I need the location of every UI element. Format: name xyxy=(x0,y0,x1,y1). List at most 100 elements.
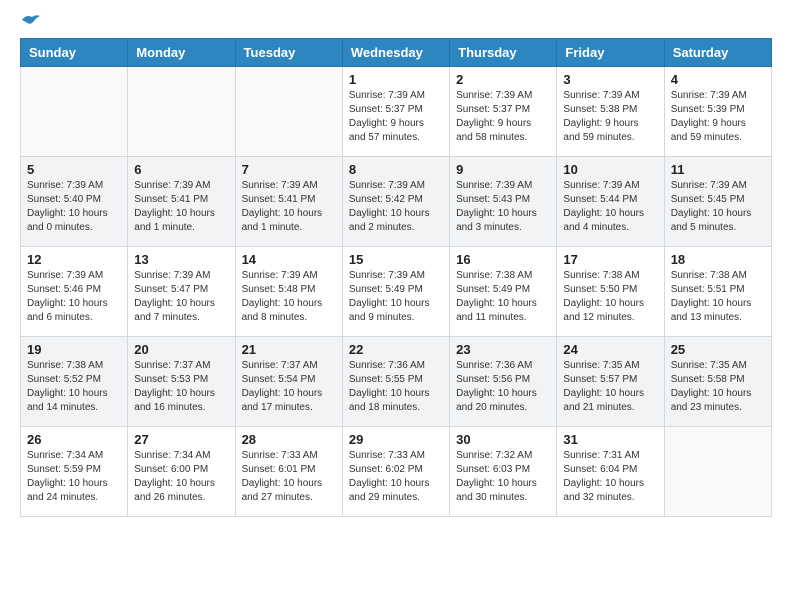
calendar-cell: 18Sunrise: 7:38 AM Sunset: 5:51 PM Dayli… xyxy=(664,247,771,337)
day-number: 19 xyxy=(27,342,121,357)
day-info: Sunrise: 7:39 AM Sunset: 5:44 PM Dayligh… xyxy=(563,179,657,235)
day-number: 4 xyxy=(671,72,765,87)
day-info: Sunrise: 7:39 AM Sunset: 5:45 PM Dayligh… xyxy=(671,179,765,235)
day-number: 24 xyxy=(563,342,657,357)
weekday-header-thursday: Thursday xyxy=(450,39,557,67)
calendar-cell: 16Sunrise: 7:38 AM Sunset: 5:49 PM Dayli… xyxy=(450,247,557,337)
bird-icon xyxy=(20,12,42,28)
day-number: 22 xyxy=(349,342,443,357)
day-number: 2 xyxy=(456,72,550,87)
day-info: Sunrise: 7:39 AM Sunset: 5:43 PM Dayligh… xyxy=(456,179,550,235)
calendar-cell: 11 Sunrise: 7:39 AM Sunset: 5:45 PM Dayli… xyxy=(664,157,771,247)
day-number: 26 xyxy=(27,432,121,447)
day-number: 10 xyxy=(563,162,657,177)
day-info: Sunrise: 7:39 AM Sunset: 5:42 PM Dayligh… xyxy=(349,179,443,235)
day-info: Sunrise: 7:31 AM Sunset: 6:04 PM Dayligh… xyxy=(563,449,657,505)
calendar-header-row: SundayMondayTuesdayWednesdayThursdayFrid… xyxy=(21,39,772,67)
calendar-cell: 2 Sunrise: 7:39 AM Sunset: 5:37 PM Daylig… xyxy=(450,67,557,157)
calendar-cell: 22 Sunrise: 7:36 AM Sunset: 5:55 PM Dayli… xyxy=(342,337,449,427)
calendar-cell: 4 Sunrise: 7:39 AM Sunset: 5:39 PM Daylig… xyxy=(664,67,771,157)
calendar-cell: 25 Sunrise: 7:35 AM Sunset: 5:58 PM Dayli… xyxy=(664,337,771,427)
day-number: 23 xyxy=(456,342,550,357)
calendar-cell xyxy=(235,67,342,157)
calendar-cell: 8 Sunrise: 7:39 AM Sunset: 5:42 PM Daylig… xyxy=(342,157,449,247)
calendar-cell: 27Sunrise: 7:34 AM Sunset: 6:00 PM Dayli… xyxy=(128,427,235,517)
day-info: Sunrise: 7:35 AM Sunset: 5:58 PM Dayligh… xyxy=(671,359,765,415)
day-number: 7 xyxy=(242,162,336,177)
day-number: 30 xyxy=(456,432,550,447)
day-number: 8 xyxy=(349,162,443,177)
calendar-cell: 21 Sunrise: 7:37 AM Sunset: 5:54 PM Dayli… xyxy=(235,337,342,427)
day-info: Sunrise: 7:39 AM Sunset: 5:37 PM Dayligh… xyxy=(349,89,443,145)
day-number: 21 xyxy=(242,342,336,357)
page-header xyxy=(20,20,772,28)
day-number: 6 xyxy=(134,162,228,177)
weekday-header-wednesday: Wednesday xyxy=(342,39,449,67)
calendar-cell: 9 Sunrise: 7:39 AM Sunset: 5:43 PM Daylig… xyxy=(450,157,557,247)
calendar-cell: 29Sunrise: 7:33 AM Sunset: 6:02 PM Dayli… xyxy=(342,427,449,517)
day-info: Sunrise: 7:39 AM Sunset: 5:47 PM Dayligh… xyxy=(134,269,228,325)
day-number: 18 xyxy=(671,252,765,267)
day-info: Sunrise: 7:39 AM Sunset: 5:41 PM Dayligh… xyxy=(242,179,336,235)
calendar-week-row: 1 Sunrise: 7:39 AM Sunset: 5:37 PM Daylig… xyxy=(21,67,772,157)
day-info: Sunrise: 7:38 AM Sunset: 5:50 PM Dayligh… xyxy=(563,269,657,325)
weekday-header-monday: Monday xyxy=(128,39,235,67)
calendar-cell: 17 Sunrise: 7:38 AM Sunset: 5:50 PM Dayli… xyxy=(557,247,664,337)
day-number: 9 xyxy=(456,162,550,177)
logo xyxy=(20,20,42,28)
day-number: 25 xyxy=(671,342,765,357)
day-info: Sunrise: 7:39 AM Sunset: 5:48 PM Dayligh… xyxy=(242,269,336,325)
day-number: 3 xyxy=(563,72,657,87)
day-info: Sunrise: 7:36 AM Sunset: 5:56 PM Dayligh… xyxy=(456,359,550,415)
day-info: Sunrise: 7:37 AM Sunset: 5:53 PM Dayligh… xyxy=(134,359,228,415)
day-info: Sunrise: 7:39 AM Sunset: 5:37 PM Dayligh… xyxy=(456,89,550,145)
calendar-cell: 14 Sunrise: 7:39 AM Sunset: 5:48 PM Dayli… xyxy=(235,247,342,337)
day-number: 11 xyxy=(671,162,765,177)
day-number: 20 xyxy=(134,342,228,357)
calendar-week-row: 19 Sunrise: 7:38 AM Sunset: 5:52 PM Dayli… xyxy=(21,337,772,427)
day-info: Sunrise: 7:37 AM Sunset: 5:54 PM Dayligh… xyxy=(242,359,336,415)
calendar-cell: 31Sunrise: 7:31 AM Sunset: 6:04 PM Dayli… xyxy=(557,427,664,517)
weekday-header-saturday: Saturday xyxy=(664,39,771,67)
calendar-cell: 30 Sunrise: 7:32 AM Sunset: 6:03 PM Dayli… xyxy=(450,427,557,517)
day-info: Sunrise: 7:39 AM Sunset: 5:41 PM Dayligh… xyxy=(134,179,228,235)
day-number: 16 xyxy=(456,252,550,267)
calendar-cell: 24 Sunrise: 7:35 AM Sunset: 5:57 PM Dayli… xyxy=(557,337,664,427)
day-info: Sunrise: 7:33 AM Sunset: 6:01 PM Dayligh… xyxy=(242,449,336,505)
day-info: Sunrise: 7:35 AM Sunset: 5:57 PM Dayligh… xyxy=(563,359,657,415)
day-info: Sunrise: 7:34 AM Sunset: 5:59 PM Dayligh… xyxy=(27,449,121,505)
calendar-cell: 20 Sunrise: 7:37 AM Sunset: 5:53 PM Dayli… xyxy=(128,337,235,427)
day-number: 5 xyxy=(27,162,121,177)
calendar-cell: 10 Sunrise: 7:39 AM Sunset: 5:44 PM Dayli… xyxy=(557,157,664,247)
calendar-week-row: 26 Sunrise: 7:34 AM Sunset: 5:59 PM Dayli… xyxy=(21,427,772,517)
day-info: Sunrise: 7:38 AM Sunset: 5:52 PM Dayligh… xyxy=(27,359,121,415)
calendar-week-row: 12Sunrise: 7:39 AM Sunset: 5:46 PM Dayli… xyxy=(21,247,772,337)
day-info: Sunrise: 7:36 AM Sunset: 5:55 PM Dayligh… xyxy=(349,359,443,415)
calendar-cell: 23 Sunrise: 7:36 AM Sunset: 5:56 PM Dayli… xyxy=(450,337,557,427)
day-info: Sunrise: 7:39 AM Sunset: 5:49 PM Dayligh… xyxy=(349,269,443,325)
calendar: SundayMondayTuesdayWednesdayThursdayFrid… xyxy=(20,38,772,517)
day-number: 27 xyxy=(134,432,228,447)
calendar-cell xyxy=(664,427,771,517)
calendar-cell: 26 Sunrise: 7:34 AM Sunset: 5:59 PM Dayli… xyxy=(21,427,128,517)
calendar-cell: 28 Sunrise: 7:33 AM Sunset: 6:01 PM Dayli… xyxy=(235,427,342,517)
day-info: Sunrise: 7:39 AM Sunset: 5:40 PM Dayligh… xyxy=(27,179,121,235)
day-number: 1 xyxy=(349,72,443,87)
calendar-cell: 1 Sunrise: 7:39 AM Sunset: 5:37 PM Daylig… xyxy=(342,67,449,157)
calendar-cell: 3 Sunrise: 7:39 AM Sunset: 5:38 PM Daylig… xyxy=(557,67,664,157)
weekday-header-friday: Friday xyxy=(557,39,664,67)
day-number: 28 xyxy=(242,432,336,447)
weekday-header-sunday: Sunday xyxy=(21,39,128,67)
day-info: Sunrise: 7:32 AM Sunset: 6:03 PM Dayligh… xyxy=(456,449,550,505)
day-info: Sunrise: 7:33 AM Sunset: 6:02 PM Dayligh… xyxy=(349,449,443,505)
calendar-cell: 13 Sunrise: 7:39 AM Sunset: 5:47 PM Dayli… xyxy=(128,247,235,337)
day-number: 17 xyxy=(563,252,657,267)
day-number: 15 xyxy=(349,252,443,267)
day-number: 13 xyxy=(134,252,228,267)
day-info: Sunrise: 7:39 AM Sunset: 5:38 PM Dayligh… xyxy=(563,89,657,145)
calendar-cell xyxy=(21,67,128,157)
day-number: 12 xyxy=(27,252,121,267)
day-number: 14 xyxy=(242,252,336,267)
weekday-header-tuesday: Tuesday xyxy=(235,39,342,67)
day-info: Sunrise: 7:39 AM Sunset: 5:39 PM Dayligh… xyxy=(671,89,765,145)
